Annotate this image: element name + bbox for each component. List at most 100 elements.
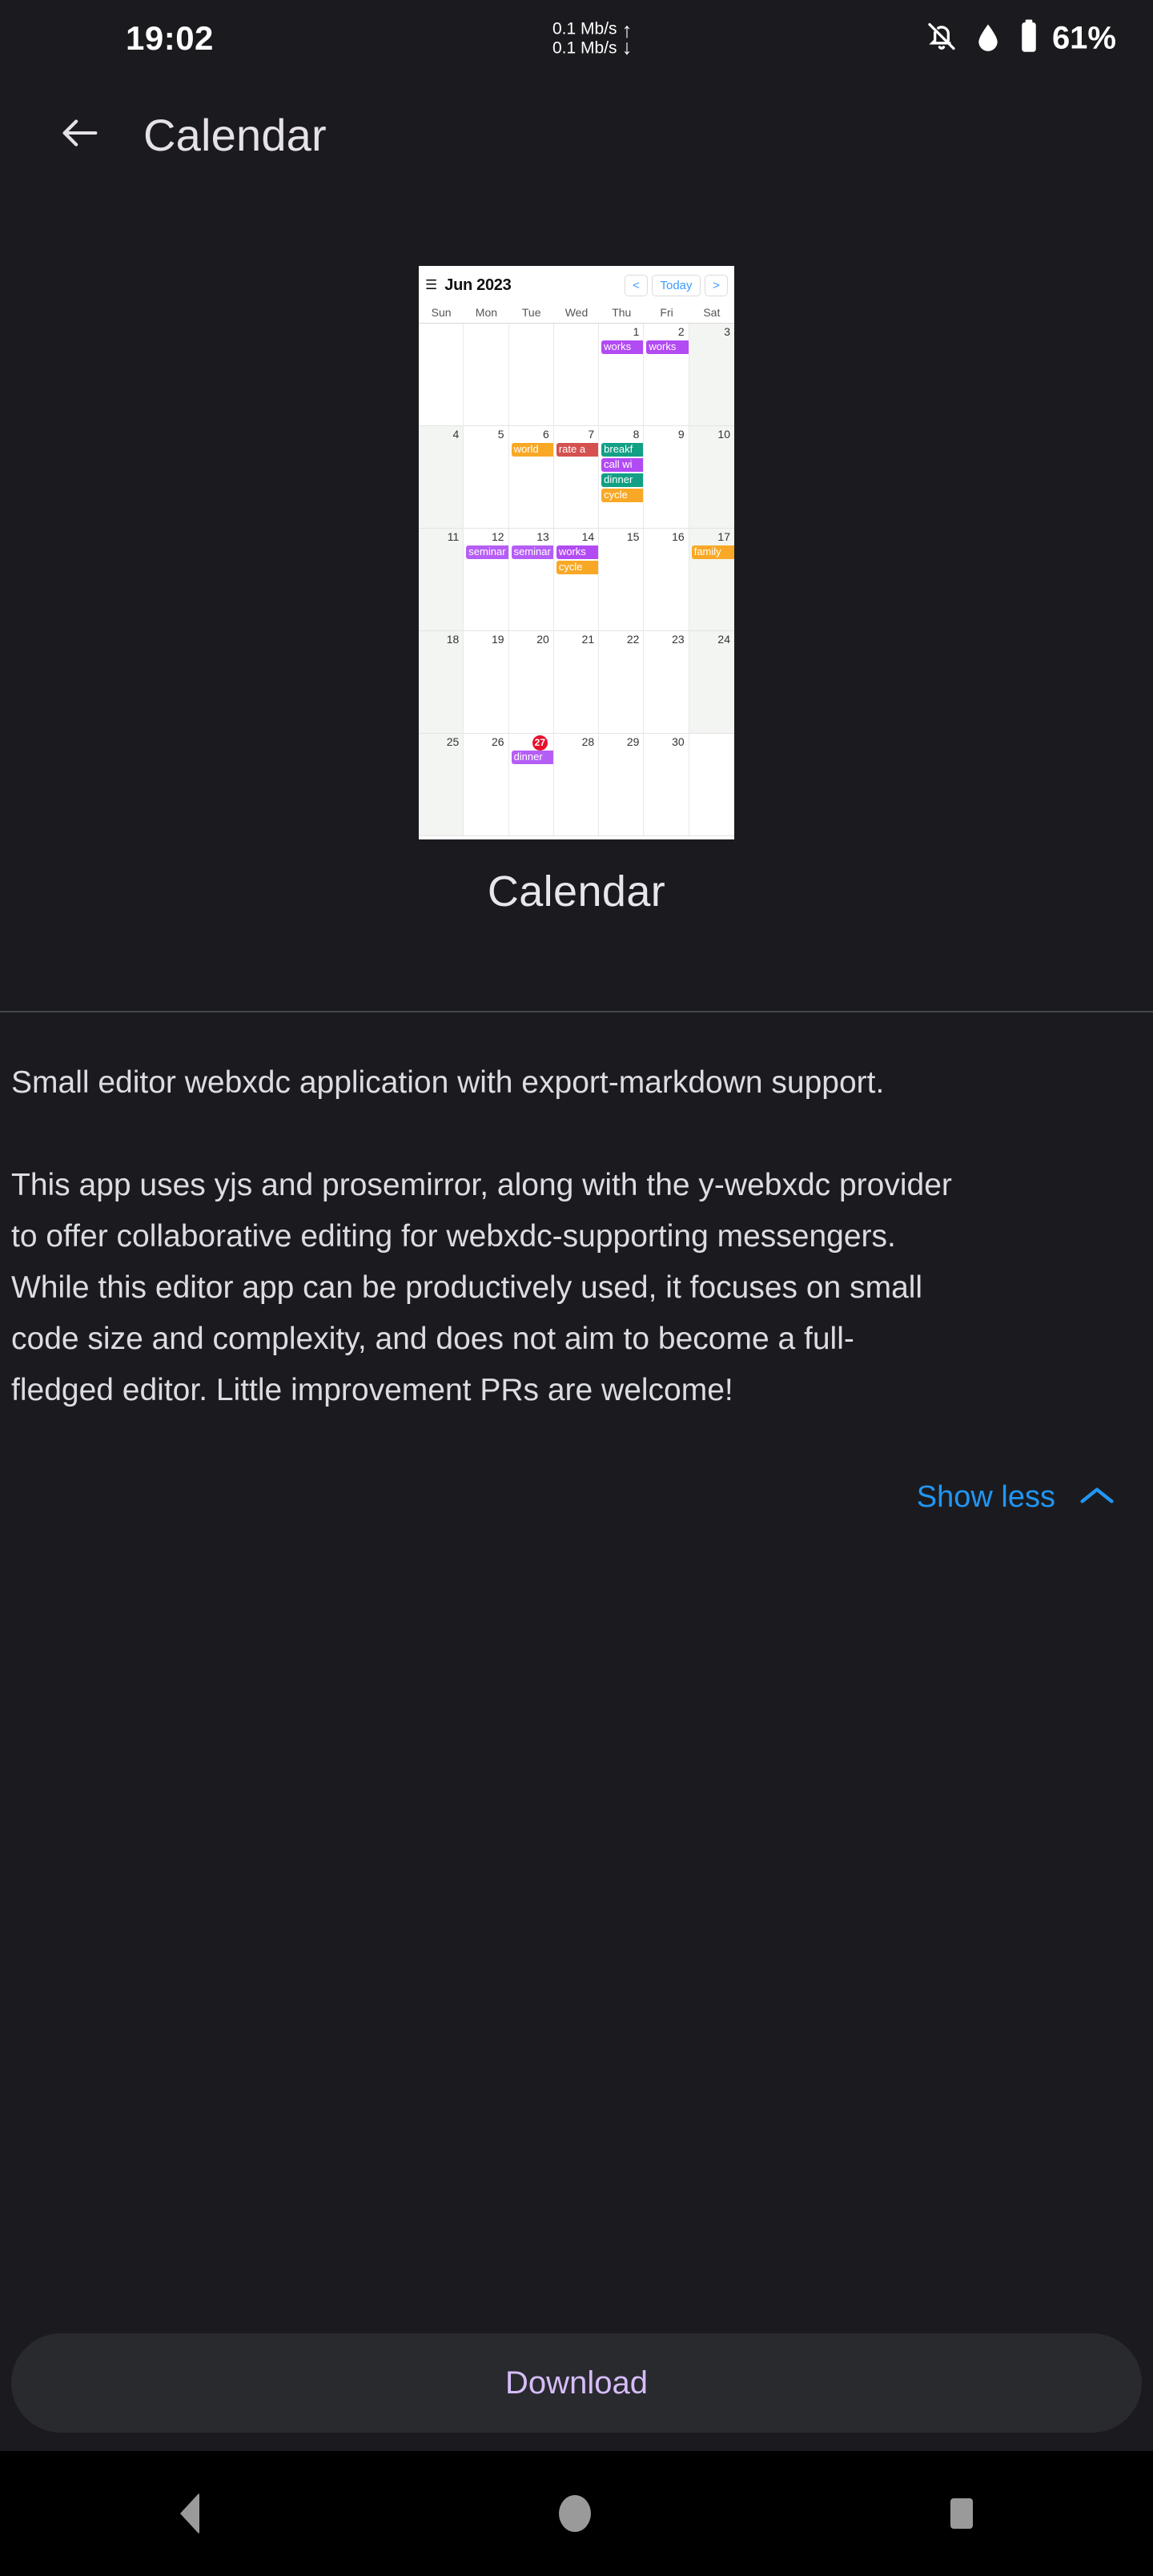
- calendar-day-cell[interactable]: 1 works: [599, 324, 645, 426]
- calendar-day-number: 23: [672, 633, 685, 646]
- calendar-day-cell[interactable]: 3: [689, 324, 734, 426]
- calendar-next-button[interactable]: >: [705, 274, 728, 296]
- calendar-day-cell[interactable]: 28: [553, 734, 600, 836]
- calendar-day-number: [691, 735, 733, 751]
- nav-home-icon[interactable]: [558, 2495, 591, 2532]
- calendar-day-number: 8: [633, 428, 640, 441]
- calendar-day-cell[interactable]: [553, 324, 600, 426]
- calendar-day-number: 26: [491, 735, 504, 748]
- calendar-toolbar: ☰ Jun 2023 < Today >: [419, 266, 734, 304]
- calendar-weekday: Sat: [703, 306, 721, 319]
- calendar-day-cell[interactable]: 2 works: [644, 324, 689, 426]
- cloud-icon: [972, 21, 1004, 57]
- calendar-event-chip[interactable]: works: [556, 545, 599, 559]
- nav-recents-icon[interactable]: [950, 2498, 974, 2529]
- calendar-day-cell[interactable]: 9: [644, 426, 689, 529]
- battery-icon: [1018, 19, 1039, 58]
- calendar-day-cell[interactable]: 4: [419, 426, 464, 529]
- calendar-day-cell[interactable]: 30: [644, 734, 689, 836]
- calendar-day-cell[interactable]: 16: [644, 529, 689, 631]
- calendar-prev-button[interactable]: <: [625, 274, 648, 296]
- description-paragraph-2-line-3: While this editor app can be productivel…: [11, 1270, 923, 1305]
- calendar-day-cell[interactable]: 22: [599, 631, 645, 734]
- calendar-day-cell[interactable]: 24: [689, 631, 734, 734]
- calendar-day-cell[interactable]: 12 seminar: [464, 529, 509, 631]
- calendar-day-cell[interactable]: 5: [464, 426, 509, 529]
- calendar-day-cell[interactable]: 21: [553, 631, 600, 734]
- calendar-day-number: 15: [626, 530, 640, 543]
- calendar-day-number: 29: [626, 735, 640, 748]
- calendar-event-chip[interactable]: rate a: [556, 443, 599, 457]
- calendar-event-chip[interactable]: seminar: [511, 545, 553, 559]
- calendar-day-cell[interactable]: 7 rate a: [553, 426, 600, 529]
- calendar-event-chip[interactable]: dinner: [601, 473, 644, 487]
- calendar-event-chip[interactable]: call wi: [601, 458, 644, 472]
- calendar-day-cell[interactable]: 26: [464, 734, 509, 836]
- calendar-day-cell[interactable]: 14 works cycle: [553, 529, 600, 631]
- calendar-day-number: 16: [672, 530, 685, 543]
- calendar-today-button[interactable]: Today: [652, 274, 701, 296]
- calendar-day-cell[interactable]: 8 breakf call wi dinner cycle: [599, 426, 645, 529]
- calendar-day-number: 4: [452, 428, 460, 441]
- description-paragraph-2-line-5: fledged editor. Little improvement PRs a…: [11, 1373, 733, 1407]
- calendar-weekday-header: Sun Mon Tue Wed Thu Fri Sat: [419, 304, 734, 324]
- calendar-day-cell[interactable]: 15: [599, 529, 645, 631]
- calendar-day-number: 24: [717, 633, 730, 646]
- system-navigation-bar: [0, 2451, 1153, 2576]
- calendar-day-cell[interactable]: 19: [464, 631, 509, 734]
- calendar-day-cell[interactable]: 17 family: [689, 529, 734, 631]
- calendar-day-cell[interactable]: [508, 324, 554, 426]
- calendar-day-cell[interactable]: [419, 324, 464, 426]
- nav-back-icon[interactable]: [179, 2493, 199, 2534]
- calendar-event-chip[interactable]: family: [691, 545, 734, 559]
- calendar-event-chip[interactable]: cycle: [601, 489, 644, 502]
- calendar-event-chip[interactable]: world: [511, 443, 553, 457]
- calendar-day-cell[interactable]: 10: [689, 426, 734, 529]
- calendar-event-chip[interactable]: works: [601, 340, 644, 354]
- calendar-day-number: 30: [672, 735, 685, 748]
- app-description: Small editor webxdc application with exp…: [0, 1057, 1153, 1416]
- calendar-weekday: Fri: [660, 306, 673, 319]
- network-upload-speed: 0.1 Mb/s: [552, 19, 617, 38]
- description-paragraph-2-line-2: to offer collaborative editing for webxd…: [11, 1219, 896, 1254]
- calendar-day-cell[interactable]: 25: [419, 734, 464, 836]
- status-right-cluster: 61%: [926, 19, 1116, 58]
- calendar-event-chip[interactable]: seminar: [466, 545, 508, 559]
- page-title: Calendar: [143, 109, 327, 160]
- calendar-day-cell[interactable]: [689, 734, 734, 836]
- hamburger-icon[interactable]: ☰: [425, 278, 437, 292]
- calendar-day-number: 13: [536, 530, 549, 543]
- network-speed-indicator: 0.1 Mb/s 0.1 Mb/s ↑ ↓: [552, 19, 633, 57]
- back-button[interactable]: [36, 91, 124, 179]
- calendar-day-cell[interactable]: 13 seminar: [508, 529, 554, 631]
- calendar-day-cell[interactable]: 23: [644, 631, 689, 734]
- show-less-label: Show less: [916, 1480, 1055, 1514]
- calendar-day-number: 10: [717, 428, 730, 441]
- calendar-day-cell[interactable]: 11: [419, 529, 464, 631]
- calendar-day-cell[interactable]: 29: [599, 734, 645, 836]
- calendar-event-chip[interactable]: cycle: [556, 561, 599, 574]
- description-paragraph-2-line-4: code size and complexity, and does not a…: [11, 1322, 854, 1356]
- calendar-day-number: 3: [724, 325, 730, 338]
- download-button[interactable]: Download: [11, 2333, 1142, 2433]
- calendar-day-cell[interactable]: 6 world: [508, 426, 554, 529]
- app-preview-section: ☰ Jun 2023 < Today > Sun Mon Tue Wed Thu Fri S…: [0, 266, 1153, 916]
- calendar-event-chip[interactable]: breakf: [601, 443, 644, 457]
- status-bar: 19:02 0.1 Mb/s 0.1 Mb/s ↑ ↓ 61%: [0, 0, 1153, 77]
- calendar-weekday: Sun: [431, 306, 452, 319]
- calendar-day-number: 14: [581, 530, 595, 543]
- network-download-speed: 0.1 Mb/s: [552, 38, 617, 57]
- calendar-event-chip[interactable]: dinner: [511, 751, 553, 764]
- calendar-weekday: Mon: [475, 306, 498, 319]
- chevron-up-icon: [1079, 1480, 1115, 1515]
- calendar-day-number: 18: [446, 633, 460, 646]
- calendar-event-chip[interactable]: works: [646, 340, 689, 354]
- calendar-day-number: 2: [677, 325, 685, 338]
- calendar-day-cell[interactable]: 18: [419, 631, 464, 734]
- calendar-day-cell[interactable]: 20: [508, 631, 554, 734]
- calendar-month-label: Jun 2023: [444, 276, 512, 294]
- show-less-toggle[interactable]: Show less: [917, 1480, 1115, 1515]
- calendar-day-cell[interactable]: [464, 324, 509, 426]
- calendar-day-cell[interactable]: 27 dinner: [508, 734, 554, 836]
